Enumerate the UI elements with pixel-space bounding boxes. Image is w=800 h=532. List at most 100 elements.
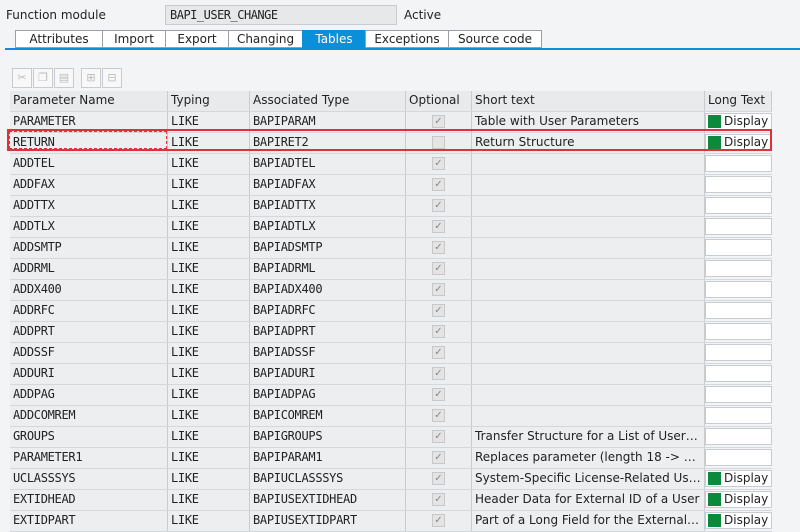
optional-checkbox[interactable]: ✓ [406, 301, 472, 321]
long-text-button[interactable] [705, 302, 772, 319]
table-row[interactable]: ADDTEL LIKE BAPIADTEL ✓ [10, 154, 772, 175]
column-header[interactable]: Parameter Name [10, 91, 168, 111]
checkbox-icon[interactable]: ✓ [432, 241, 445, 254]
long-text-button[interactable] [705, 176, 772, 193]
long-text-button[interactable]: Display [705, 512, 772, 529]
paste-icon[interactable]: ▤ [54, 68, 74, 88]
insert-row-icon[interactable]: ⊞ [81, 68, 101, 88]
table-row[interactable]: ADDSSF LIKE BAPIADSSF ✓ [10, 343, 772, 364]
optional-checkbox[interactable]: ✓ [406, 154, 472, 174]
long-text-button[interactable] [705, 428, 772, 445]
long-text-button[interactable] [705, 155, 772, 172]
checkbox-icon[interactable]: ✓ [432, 283, 445, 296]
parameter-name: EXTIDHEAD [10, 490, 168, 510]
long-text-button[interactable] [705, 323, 772, 340]
checkbox-icon[interactable]: ✓ [432, 157, 445, 170]
long-text-button[interactable] [705, 365, 772, 382]
checkbox-icon[interactable]: ✓ [432, 493, 445, 506]
checkbox-icon[interactable]: ✓ [432, 178, 445, 191]
column-header[interactable]: Associated Type [250, 91, 406, 111]
column-header[interactable]: Optional [406, 91, 472, 111]
optional-checkbox[interactable]: ✓ [406, 238, 472, 258]
checkbox-icon[interactable]: ✓ [432, 367, 445, 380]
checkbox-icon[interactable]: ✓ [432, 115, 445, 128]
table-row[interactable]: UCLASSSYS LIKE BAPIUCLASSSYS ✓ System-Specif… [10, 469, 772, 490]
checkbox-icon[interactable]: ✓ [432, 388, 445, 401]
cut-icon[interactable]: ✂ [12, 68, 32, 88]
optional-checkbox[interactable]: ✓ [406, 406, 472, 426]
long-text-button[interactable] [705, 218, 772, 235]
long-text-button[interactable] [705, 281, 772, 298]
long-text-button[interactable] [705, 407, 772, 424]
tab-source-code[interactable]: Source code [448, 30, 542, 48]
long-text-button[interactable] [705, 197, 772, 214]
optional-checkbox[interactable]: ✓ [406, 343, 472, 363]
column-header[interactable]: Long Text [705, 91, 772, 111]
optional-checkbox[interactable]: ✓ [406, 322, 472, 342]
tab-export[interactable]: Export [165, 30, 228, 48]
table-row[interactable]: ADDSMTP LIKE BAPIADSMTP ✓ [10, 238, 772, 259]
table-row[interactable]: GROUPS LIKE BAPIGROUPS ✓ Transfer Structure … [10, 427, 772, 448]
tab-tables[interactable]: Tables [302, 30, 365, 48]
optional-checkbox[interactable]: ✓ [406, 196, 472, 216]
parameter-name: ADDTTX [10, 196, 168, 216]
optional-checkbox[interactable]: ✓ [406, 511, 472, 531]
optional-checkbox[interactable]: ✓ [406, 217, 472, 237]
tab-attributes[interactable]: Attributes [15, 30, 102, 48]
checkbox-icon[interactable]: ✓ [432, 220, 445, 233]
typing: LIKE [168, 385, 250, 405]
checkbox-icon[interactable]: ✓ [432, 304, 445, 317]
table-row[interactable]: ADDRML LIKE BAPIADRML ✓ [10, 259, 772, 280]
function-module-field[interactable]: BAPI_USER_CHANGE [165, 5, 397, 25]
checkbox-icon[interactable]: ✓ [432, 262, 445, 275]
short-text [472, 238, 705, 258]
copy-icon[interactable]: ❐ [33, 68, 53, 88]
long-text-button[interactable] [705, 386, 772, 403]
checkbox-icon[interactable]: ✓ [432, 409, 445, 422]
table-row[interactable]: ADDTLX LIKE BAPIADTLX ✓ [10, 217, 772, 238]
table-row[interactable]: EXTIDHEAD LIKE BAPIUSEXTIDHEAD ✓ Header Data… [10, 490, 772, 511]
table-row[interactable]: EXTIDPART LIKE BAPIUSEXTIDPART ✓ Part of a L… [10, 511, 772, 532]
long-text-button[interactable]: Display [705, 470, 772, 487]
long-text-button[interactable] [705, 260, 772, 277]
optional-checkbox[interactable]: ✓ [406, 385, 472, 405]
associated-type: BAPIADTLX [250, 217, 406, 237]
table-row[interactable]: ADDFAX LIKE BAPIADFAX ✓ [10, 175, 772, 196]
checkbox-icon[interactable]: ✓ [432, 346, 445, 359]
long-text-button[interactable]: Display [705, 491, 772, 508]
optional-checkbox[interactable]: ✓ [406, 427, 472, 447]
table-row[interactable]: ADDCOMREM LIKE BAPICOMREM ✓ [10, 406, 772, 427]
checkbox-icon[interactable]: ✓ [432, 199, 445, 212]
table-row[interactable]: ADDRFC LIKE BAPIADRFC ✓ [10, 301, 772, 322]
column-header[interactable]: Typing [168, 91, 250, 111]
optional-checkbox[interactable]: ✓ [406, 469, 472, 489]
column-header[interactable]: Short text [472, 91, 705, 111]
optional-checkbox[interactable]: ✓ [406, 490, 472, 510]
optional-checkbox[interactable]: ✓ [406, 448, 472, 468]
optional-checkbox[interactable]: ✓ [406, 364, 472, 384]
short-text [472, 217, 705, 237]
checkbox-icon[interactable]: ✓ [432, 430, 445, 443]
checkbox-icon[interactable]: ✓ [432, 472, 445, 485]
tab-exceptions[interactable]: Exceptions [365, 30, 448, 48]
table-row[interactable]: ADDTTX LIKE BAPIADTTX ✓ [10, 196, 772, 217]
table-row[interactable]: ADDPAG LIKE BAPIADPAG ✓ [10, 385, 772, 406]
long-text-button[interactable]: Display [705, 113, 772, 130]
long-text-button[interactable] [705, 449, 772, 466]
long-text-button[interactable] [705, 344, 772, 361]
checkbox-icon[interactable]: ✓ [432, 514, 445, 527]
table-row[interactable]: ADDX400 LIKE BAPIADX400 ✓ [10, 280, 772, 301]
long-text-button[interactable] [705, 239, 772, 256]
delete-row-icon[interactable]: ⊟ [102, 68, 122, 88]
optional-checkbox[interactable]: ✓ [406, 259, 472, 279]
associated-type: BAPIADTEL [250, 154, 406, 174]
tab-import[interactable]: Import [102, 30, 165, 48]
table-row[interactable]: ADDPRT LIKE BAPIADPRT ✓ [10, 322, 772, 343]
checkbox-icon[interactable]: ✓ [432, 451, 445, 464]
optional-checkbox[interactable]: ✓ [406, 175, 472, 195]
optional-checkbox[interactable]: ✓ [406, 280, 472, 300]
checkbox-icon[interactable]: ✓ [432, 325, 445, 338]
table-row[interactable]: ADDURI LIKE BAPIADURI ✓ [10, 364, 772, 385]
tab-changing[interactable]: Changing [228, 30, 302, 48]
table-row[interactable]: PARAMETER1 LIKE BAPIPARAM1 ✓ Replaces parame… [10, 448, 772, 469]
